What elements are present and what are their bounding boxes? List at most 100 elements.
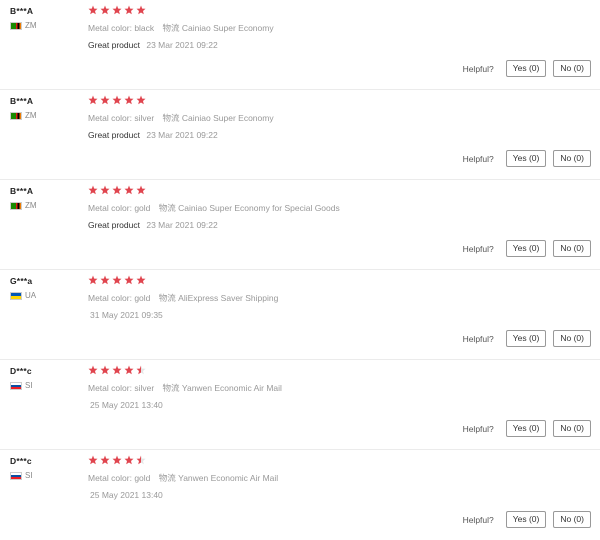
helpful-label: Helpful? — [462, 153, 494, 164]
star-icon — [88, 185, 98, 195]
reviewer-country: UA — [10, 291, 36, 300]
review-item: B***A ZM Metal color: black 物流 Cainiao S… — [0, 0, 600, 90]
star-icon — [136, 5, 146, 15]
helpful-label: Helpful? — [462, 423, 494, 434]
review-feedback: Great product 23 Mar 2021 09:22 — [88, 40, 590, 50]
color-label: Metal color: — [88, 203, 132, 213]
star-icon — [136, 185, 146, 195]
country-flag-icon — [10, 471, 22, 480]
star-icon — [100, 275, 110, 285]
review-feedback: Great product 23 Mar 2021 09:22 — [88, 220, 590, 230]
star-rating — [88, 185, 590, 196]
review-item: B***A ZM Metal color: gold 物流 Cainiao Su… — [0, 180, 600, 270]
country-code: ZM — [25, 201, 37, 210]
shipping-label: 物流 — [158, 293, 176, 303]
shipping-value: Yanwen Economic Air Mail — [181, 383, 282, 393]
helpful-votes: Helpful? Yes (0) No (0) — [463, 330, 591, 347]
helpful-votes: Helpful? Yes (0) No (0) — [463, 240, 591, 257]
helpful-no-button[interactable]: No (0) — [553, 420, 591, 437]
star-icon — [136, 455, 146, 465]
shipping-value: Cainiao Super Economy for Special Goods — [178, 203, 340, 213]
reviewer: B***A ZM — [10, 96, 37, 120]
country-code: SI — [25, 381, 33, 390]
shipping-label: 物流 — [158, 473, 176, 483]
star-icon — [124, 95, 134, 105]
star-icon — [88, 95, 98, 105]
helpful-no-button[interactable]: No (0) — [553, 511, 591, 528]
star-icon — [100, 5, 110, 15]
star-icon — [112, 275, 122, 285]
review-feedback: 25 May 2021 13:40 — [88, 400, 590, 410]
reviewer-country: ZM — [10, 111, 37, 120]
helpful-label: Helpful? — [462, 243, 494, 254]
review-feedback: Great product 23 Mar 2021 09:22 — [88, 130, 590, 140]
reviewer-name: B***A — [10, 96, 34, 106]
reviewer: B***A ZM — [10, 186, 37, 210]
review-meta: Metal color: silver 物流 Yanwen Economic A… — [88, 382, 590, 394]
helpful-yes-button[interactable]: Yes (0) — [505, 511, 547, 528]
helpful-yes-button[interactable]: Yes (0) — [505, 150, 547, 167]
color-label: Metal color: — [88, 383, 132, 393]
star-icon — [88, 365, 98, 375]
country-flag-icon — [10, 381, 22, 390]
country-code: UA — [25, 291, 37, 300]
color-value: gold — [134, 473, 151, 483]
star-icon — [88, 455, 98, 465]
review-meta: Metal color: black 物流 Cainiao Super Econ… — [88, 22, 590, 34]
helpful-yes-button[interactable]: Yes (0) — [505, 330, 547, 347]
country-flag-icon — [10, 111, 22, 120]
shipping-value: AliExpress Saver Shipping — [178, 293, 279, 303]
review-item: D***c SI Metal color: silver 物流 Yanwen E… — [0, 360, 600, 450]
reviewer: G***a UA — [10, 276, 36, 300]
star-rating — [88, 455, 590, 466]
reviewer: D***c SI — [10, 366, 33, 390]
helpful-no-button[interactable]: No (0) — [553, 330, 591, 347]
review-meta: Metal color: silver 物流 Cainiao Super Eco… — [88, 112, 590, 124]
helpful-votes: Helpful? Yes (0) No (0) — [463, 150, 591, 167]
star-icon — [112, 95, 122, 105]
star-icon — [136, 95, 146, 105]
helpful-yes-button[interactable]: Yes (0) — [505, 240, 547, 257]
star-rating — [88, 5, 590, 16]
review-date: 23 Mar 2021 09:22 — [146, 220, 218, 230]
review-body: Metal color: silver 物流 Yanwen Economic A… — [88, 365, 590, 410]
shipping-label: 物流 — [162, 23, 180, 33]
reviewer-name: B***A — [10, 186, 34, 196]
color-label: Metal color: — [88, 113, 132, 123]
reviews-list: B***A ZM Metal color: black 物流 Cainiao S… — [0, 0, 600, 540]
country-flag-icon — [10, 291, 22, 300]
helpful-label: Helpful? — [462, 514, 494, 525]
helpful-no-button[interactable]: No (0) — [553, 60, 591, 77]
color-value: silver — [134, 383, 155, 393]
reviewer-country: SI — [10, 381, 33, 390]
helpful-no-button[interactable]: No (0) — [553, 150, 591, 167]
color-value: silver — [134, 113, 155, 123]
review-date: 23 Mar 2021 09:22 — [146, 40, 218, 50]
review-body: Metal color: gold 物流 Cainiao Super Econo… — [88, 185, 590, 230]
review-item: B***A ZM Metal color: silver 物流 Cainiao … — [0, 90, 600, 180]
helpful-no-button[interactable]: No (0) — [553, 240, 591, 257]
review-text: Great product — [88, 40, 140, 50]
star-icon — [100, 455, 110, 465]
review-date: 25 May 2021 13:40 — [90, 400, 163, 410]
reviewer-country: ZM — [10, 21, 37, 30]
shipping-value: Yanwen Economic Air Mail — [178, 473, 279, 483]
shipping-label: 物流 — [162, 113, 180, 123]
star-icon — [136, 275, 146, 285]
color-label: Metal color: — [88, 293, 132, 303]
shipping-label: 物流 — [162, 383, 180, 393]
star-icon — [88, 275, 98, 285]
star-icon — [88, 5, 98, 15]
helpful-yes-button[interactable]: Yes (0) — [505, 420, 547, 437]
country-code: SI — [25, 471, 33, 480]
reviewer-name: B***A — [10, 6, 34, 16]
star-icon — [112, 5, 122, 15]
star-icon — [100, 365, 110, 375]
helpful-yes-button[interactable]: Yes (0) — [505, 60, 547, 77]
star-icon — [124, 455, 134, 465]
star-icon — [100, 185, 110, 195]
country-code: ZM — [25, 21, 37, 30]
star-icon — [124, 365, 134, 375]
review-meta: Metal color: gold 物流 Cainiao Super Econo… — [88, 202, 590, 214]
review-text: Great product — [88, 130, 140, 140]
